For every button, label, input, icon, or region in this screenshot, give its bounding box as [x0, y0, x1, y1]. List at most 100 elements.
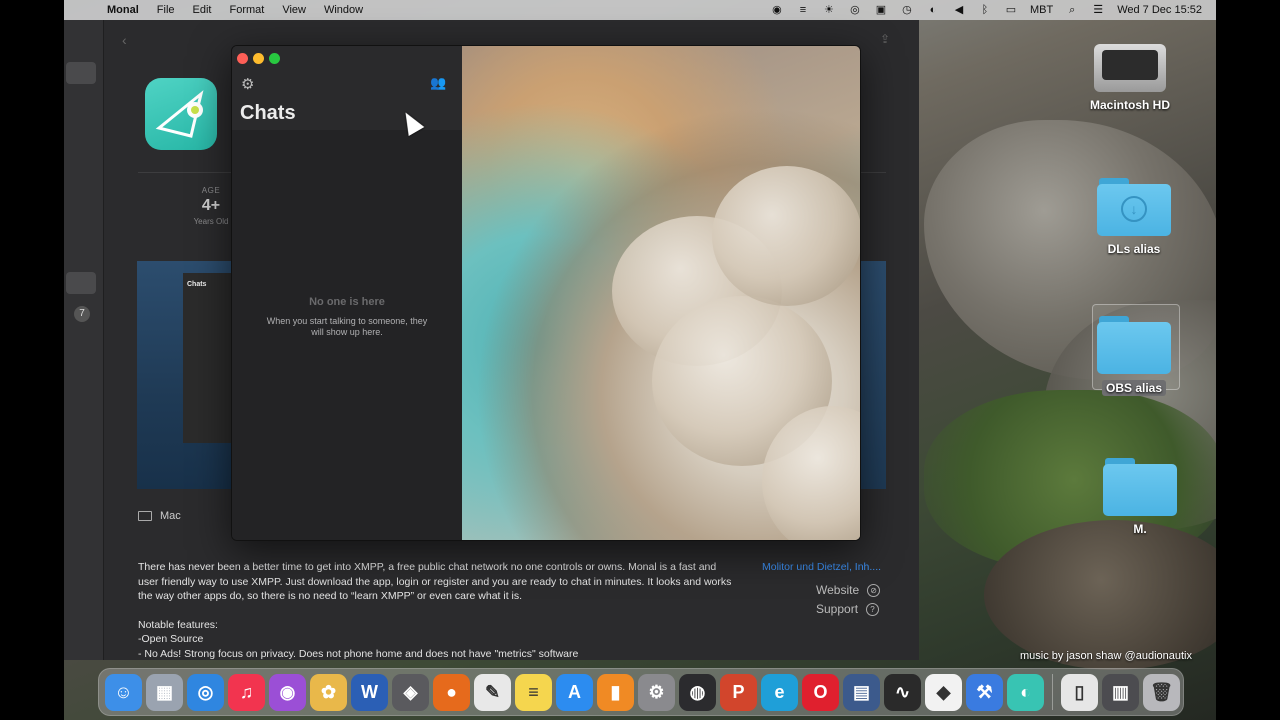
monal-app-icon — [145, 78, 217, 150]
rope-strand — [712, 166, 860, 306]
dls-alias-icon[interactable]: ↓ DLs alias — [1090, 178, 1178, 256]
stacks-status-icon[interactable]: ≡ — [796, 4, 810, 16]
volume-icon[interactable]: ◀ — [952, 4, 966, 16]
podcasts-icon[interactable]: ◉ — [269, 673, 306, 711]
chats-sidebar: ⚙ 👥 Chats No one is here When you start … — [232, 46, 462, 540]
app-screenshot-next[interactable] — [860, 261, 886, 489]
description-line: Notable features: — [138, 618, 218, 631]
input-source[interactable]: MBT — [1030, 4, 1053, 16]
textedit-icon[interactable]: ✎ — [474, 673, 511, 711]
menu-format[interactable]: Format — [220, 4, 273, 16]
support-link[interactable]: Support ? — [816, 602, 880, 616]
age-sub: Years Old — [193, 217, 229, 226]
close-button[interactable] — [237, 53, 248, 64]
website-label: Website — [816, 583, 860, 597]
photos-icon[interactable]: ✿ — [310, 673, 347, 711]
brightness-icon[interactable]: ☀ — [822, 4, 836, 16]
app-store-icon[interactable]: A — [556, 673, 593, 711]
back-icon[interactable]: ‹ — [122, 32, 127, 48]
bluetooth-icon[interactable]: ᛒ — [978, 4, 992, 16]
screenshot-title: Chats — [187, 281, 207, 288]
control-center-icon[interactable]: ☰ — [1091, 4, 1105, 16]
monal-icon[interactable]: ◐ — [1007, 673, 1044, 711]
record-status-icon[interactable]: ◎ — [848, 4, 862, 16]
obs-alias-icon[interactable]: OBS alias — [1090, 316, 1178, 397]
sidebar-item[interactable] — [66, 272, 96, 294]
battery-icon[interactable]: ▭ — [1004, 4, 1018, 16]
downloads-stack-icon[interactable]: ▥ — [1102, 673, 1139, 711]
contacts-icon[interactable]: 👥 — [430, 75, 446, 91]
theme-icon[interactable]: ◐ — [926, 4, 940, 16]
word-icon[interactable]: W — [351, 673, 388, 711]
screen-recorder-icon[interactable]: ▤ — [843, 673, 880, 711]
support-label: Support — [816, 602, 859, 616]
desktop-icon-label: OBS alias — [1101, 380, 1167, 396]
folder-icon — [1097, 316, 1171, 374]
updates-badge: 7 — [74, 306, 90, 322]
desktop: Monal File Edit Format View Window ◉ ≡ ☀… — [64, 0, 1216, 720]
menu-window[interactable]: Window — [315, 4, 372, 16]
music-credit: music by jason shaw @audionautix — [1020, 650, 1192, 662]
notes-icon[interactable]: ≡ — [515, 673, 552, 711]
minimize-button[interactable] — [253, 53, 264, 64]
trash-icon[interactable]: 🗑 — [1143, 673, 1180, 711]
xcode-icon[interactable]: ⚒ — [966, 673, 1003, 711]
finder-icon[interactable]: ☺ — [105, 673, 142, 711]
age-value: 4+ — [201, 197, 221, 214]
laptop-icon — [138, 511, 152, 521]
age-rating: AGE 4+ Years Old — [186, 186, 236, 226]
edge-icon[interactable]: e — [761, 673, 798, 711]
stacks-icon[interactable]: ◆ — [925, 673, 962, 711]
macintosh-hd-icon[interactable]: Macintosh HD — [1082, 44, 1178, 112]
document-icon[interactable]: ▯ — [1061, 673, 1098, 711]
menu-app-name[interactable]: Monal — [98, 4, 148, 16]
platform-row: Mac — [138, 510, 181, 522]
m-folder-icon[interactable]: M. — [1096, 458, 1184, 536]
dock-separator — [1052, 674, 1053, 710]
time-machine-icon[interactable]: ◷ — [900, 4, 914, 16]
folder-icon — [1103, 458, 1177, 516]
music-icon[interactable]: ♫ — [228, 673, 265, 711]
gear-icon[interactable]: ⚙ — [241, 75, 254, 93]
empty-state-title: No one is here — [309, 296, 385, 308]
powerpoint-icon[interactable]: P — [720, 673, 757, 711]
chat-placeholder-image — [462, 46, 860, 540]
description-paragraph: There has never been a better time to ge… — [138, 561, 732, 602]
chats-title: Chats — [240, 102, 296, 124]
opera-icon[interactable]: O — [802, 673, 839, 711]
description-line: -Open Source — [138, 633, 204, 645]
age-label: AGE — [201, 186, 221, 195]
share-icon[interactable]: ⇪ — [880, 32, 890, 46]
clock[interactable]: Wed 7 Dec 15:52 — [1117, 4, 1202, 16]
app-screenshot[interactable]: Chats — [137, 261, 233, 489]
menu-view[interactable]: View — [273, 4, 315, 16]
davinci-icon[interactable]: ◈ — [392, 673, 429, 711]
books-icon[interactable]: ▮ — [597, 673, 634, 711]
menu-bar: Monal File Edit Format View Window ◉ ≡ ☀… — [64, 0, 1216, 20]
sidebar-item[interactable] — [66, 62, 96, 84]
obs-icon[interactable]: ◍ — [679, 673, 716, 711]
system-preferences-icon[interactable]: ⚙ — [638, 673, 675, 711]
website-link[interactable]: Website ⊘ — [816, 583, 881, 597]
monal-window: ⚙ 👥 Chats No one is here When you start … — [231, 45, 861, 541]
cast-icon[interactable]: ▣ — [874, 4, 888, 16]
developer-link[interactable]: Molitor und Dietzel, Inh.... — [762, 561, 881, 573]
activity-monitor-icon[interactable]: ∿ — [884, 673, 921, 711]
safari-icon[interactable]: ◎ — [187, 673, 224, 711]
empty-state-subtitle: When you start talking to someone, they … — [266, 316, 428, 337]
desktop-icon-label: DLs alias — [1107, 242, 1161, 256]
desktop-icon-label: Macintosh HD — [1089, 98, 1170, 112]
search-icon[interactable]: ⌕ — [1065, 4, 1079, 16]
menu-file[interactable]: File — [148, 4, 184, 16]
menu-edit[interactable]: Edit — [184, 4, 221, 16]
launchpad-icon[interactable]: ▦ — [146, 673, 183, 711]
firefox-icon[interactable]: ● — [433, 673, 470, 711]
compass-icon: ⊘ — [867, 583, 881, 597]
obs-status-icon[interactable]: ◉ — [770, 4, 784, 16]
letterbox-left — [0, 0, 64, 720]
screenshot-window — [183, 273, 233, 443]
description-line: - No Ads! Strong focus on privacy. Does … — [138, 647, 579, 660]
platform-label: Mac — [160, 510, 181, 522]
desktop-icon-label: M. — [1133, 522, 1147, 536]
zoom-button[interactable] — [269, 53, 280, 64]
